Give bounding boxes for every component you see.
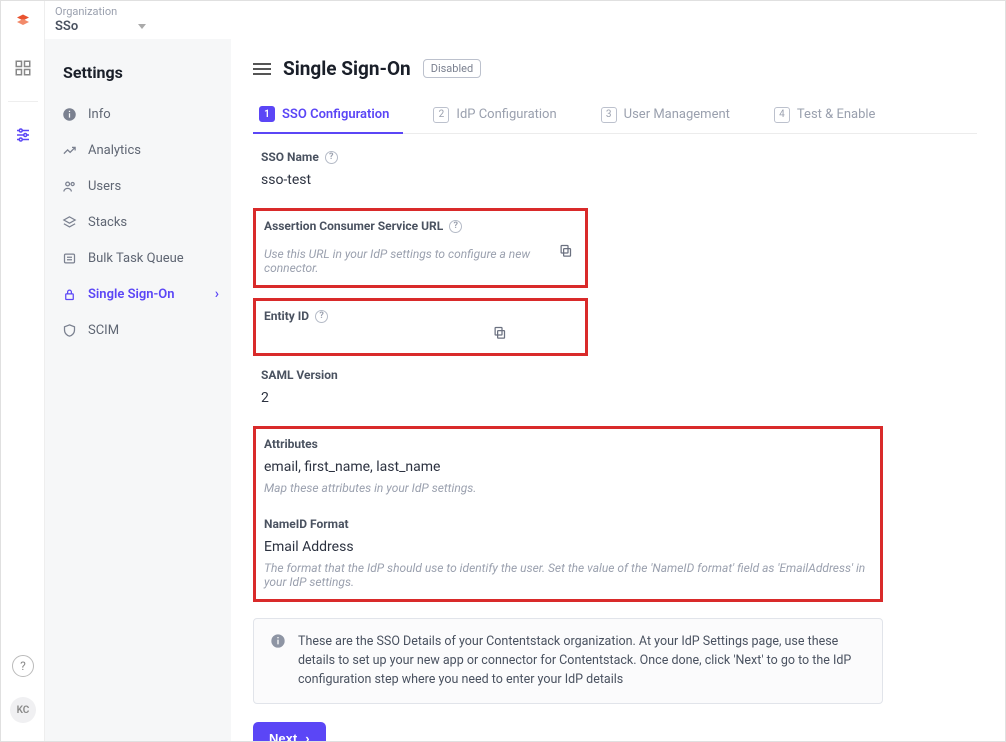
field-label: SAML Version (261, 368, 338, 382)
tab-test-enable[interactable]: 4 Test & Enable (768, 98, 890, 133)
menu-icon[interactable] (253, 63, 271, 75)
topbar: Organization SSo (45, 1, 1005, 39)
info-panel: These are the SSO Details of your Conten… (253, 618, 883, 704)
field-value: 2 (261, 382, 977, 406)
org-label: Organization (55, 5, 995, 18)
rail-settings-icon[interactable] (12, 124, 34, 146)
copy-icon[interactable] (558, 243, 573, 262)
tab-number: 1 (259, 106, 275, 122)
field-value (264, 323, 577, 343)
field-sso-name: SSO Name? sso-test (253, 148, 977, 198)
field-acs-url: Assertion Consumer Service URL? Use this… (253, 208, 588, 288)
sidebar-title: Settings (45, 57, 231, 96)
sidebar-item-analytics[interactable]: Analytics (45, 132, 231, 168)
field-label: Entity ID (264, 309, 309, 323)
tab-label: Test & Enable (797, 107, 876, 122)
sidebar-item-label: Analytics (88, 143, 141, 158)
next-button[interactable]: Next › (253, 722, 326, 741)
sidebar-item-label: Stacks (88, 215, 127, 230)
copy-icon[interactable] (492, 325, 507, 344)
stacks-icon (61, 214, 77, 230)
next-button-label: Next (269, 731, 297, 741)
help-icon[interactable]: ? (12, 655, 34, 677)
queue-icon (61, 250, 77, 266)
info-text: These are the SSO Details of your Conten… (298, 633, 866, 689)
logo-icon (14, 13, 32, 35)
page-title: Single Sign-On (283, 57, 411, 80)
info-icon (61, 106, 77, 122)
help-tooltip-icon[interactable]: ? (449, 220, 462, 233)
org-name: SSo (55, 19, 78, 34)
tab-number: 2 (433, 107, 449, 123)
lock-icon (61, 286, 77, 302)
sidebar-item-info[interactable]: Info (45, 96, 231, 132)
tab-user-management[interactable]: 3 User Management (595, 98, 744, 133)
sidebar-item-label: Info (88, 107, 111, 122)
field-label: Attributes (264, 437, 318, 451)
sidebar-item-scim[interactable]: SCIM (45, 312, 231, 348)
content: Single Sign-On Disabled 1 SSO Configurati… (231, 39, 1005, 741)
sidebar-item-label: Users (88, 179, 121, 194)
info-icon (270, 633, 286, 689)
sidebar-item-bulk-task-queue[interactable]: Bulk Task Queue (45, 240, 231, 276)
help-tooltip-icon[interactable]: ? (315, 310, 328, 323)
field-label: Assertion Consumer Service URL (264, 219, 443, 233)
chevron-down-icon (138, 24, 146, 29)
field-value: sso-test (261, 164, 977, 188)
sidebar-item-users[interactable]: Users (45, 168, 231, 204)
field-attributes-nameid: Attributes email, first_name, last_name … (253, 426, 883, 602)
tab-label: IdP Configuration (456, 107, 556, 122)
tab-sso-configuration[interactable]: 1 SSO Configuration (253, 98, 403, 134)
helper-text: Map these attributes in your IdP setting… (264, 475, 872, 495)
tab-number: 4 (774, 107, 790, 123)
field-entity-id: Entity ID? (253, 298, 588, 356)
sidebar-item-label: SCIM (88, 323, 119, 338)
field-saml-version: SAML Version 2 (253, 360, 977, 416)
sidebar-item-label: Single Sign-On (88, 287, 175, 302)
sidebar-item-stacks[interactable]: Stacks (45, 204, 231, 240)
sidebar-item-single-sign-on[interactable]: Single Sign-On › (45, 276, 231, 312)
tab-idp-configuration[interactable]: 2 IdP Configuration (427, 98, 570, 133)
helper-text: Use this URL in your IdP settings to con… (264, 241, 577, 275)
helper-text: The format that the IdP should use to id… (264, 555, 872, 589)
field-value: Email Address (264, 531, 872, 555)
rail-separator (8, 101, 38, 102)
tab-label: User Management (624, 107, 730, 122)
org-selector[interactable]: SSo (55, 19, 146, 34)
chevron-right-icon: › (215, 286, 219, 302)
tabs: 1 SSO Configuration 2 IdP Configuration 3U… (253, 98, 977, 134)
field-label: SSO Name (261, 150, 319, 164)
rail-apps-icon[interactable] (12, 57, 34, 79)
chevron-right-icon: › (305, 731, 309, 741)
status-badge: Disabled (423, 59, 481, 78)
field-value (264, 233, 577, 241)
analytics-icon (61, 142, 77, 158)
shield-icon (61, 322, 77, 338)
users-icon (61, 178, 77, 194)
left-rail: ? KC (1, 1, 45, 741)
avatar[interactable]: KC (10, 697, 36, 723)
tab-label: SSO Configuration (282, 107, 389, 122)
field-label: NameID Format (264, 517, 349, 531)
field-value: email, first_name, last_name (264, 451, 872, 475)
sidebar-item-label: Bulk Task Queue (88, 251, 184, 266)
settings-sidebar: Settings Info Analytics Users Stacks (45, 39, 231, 741)
tab-number: 3 (601, 107, 617, 123)
help-tooltip-icon[interactable]: ? (325, 151, 338, 164)
